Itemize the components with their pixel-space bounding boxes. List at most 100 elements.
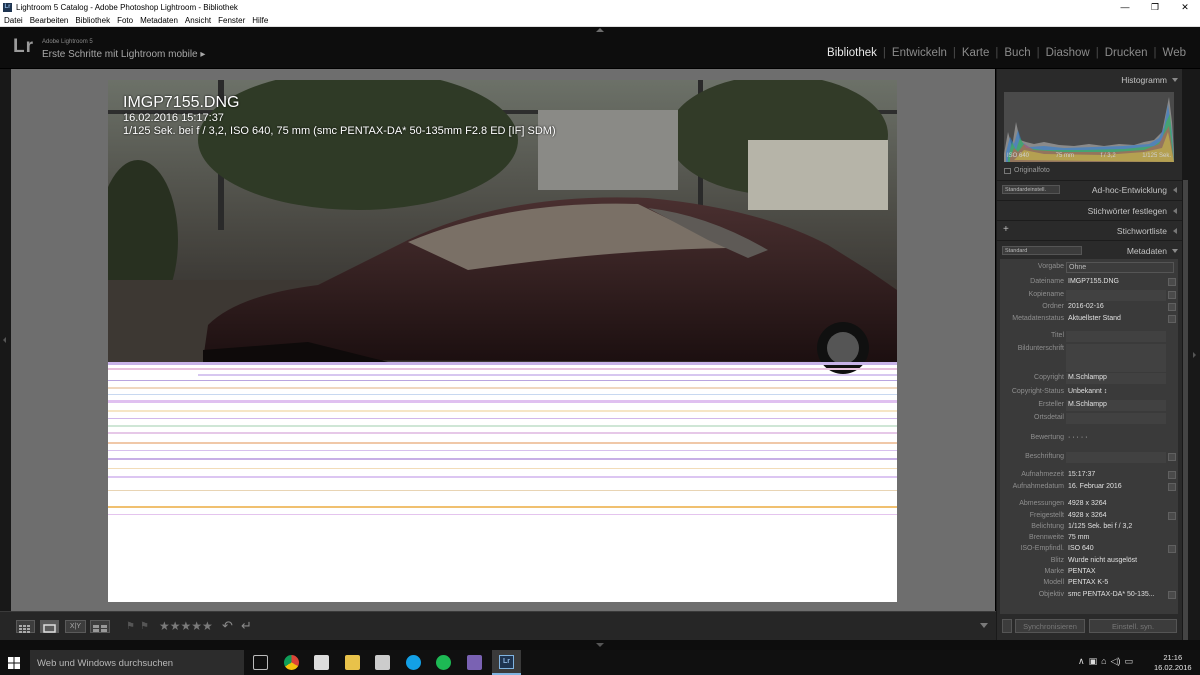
metadata-value[interactable]: M.Schlampp <box>1068 374 1107 381</box>
keyboard-icon[interactable]: ▭ <box>1124 656 1133 667</box>
metadata-action-button[interactable] <box>1168 278 1176 286</box>
metadata-label: Metadatenstatus <box>1012 315 1064 322</box>
original-checkbox[interactable] <box>1004 167 1011 174</box>
metadata-value: · · · · · <box>1068 434 1088 441</box>
module-drucken[interactable]: Drucken <box>1099 47 1154 59</box>
star-rating[interactable]: ★★★★★ <box>159 619 213 633</box>
sync-toggle[interactable] <box>1002 619 1012 633</box>
rotate-left-icon[interactable]: ↶ <box>222 618 233 634</box>
menu-fenster[interactable]: Fenster <box>218 16 245 25</box>
mail-icon[interactable] <box>314 655 329 670</box>
maximize-button[interactable]: ❐ <box>1140 0 1170 14</box>
photo-preview[interactable]: IMGP7155.DNG 16.02.2016 15:17:37 1/125 S… <box>108 80 897 602</box>
menu-bar: Datei Bearbeiten Bibliothek Foto Metadat… <box>0 14 1200 27</box>
metadata-action-button[interactable] <box>1168 483 1176 491</box>
rotate-right-icon[interactable]: ↵ <box>241 618 252 634</box>
spotify-icon[interactable] <box>436 655 451 670</box>
metadata-action-button[interactable] <box>1168 315 1176 323</box>
collapse-right-panel-icon[interactable] <box>1193 352 1196 358</box>
windows-start-icon[interactable] <box>8 657 20 669</box>
metadata-field[interactable] <box>1066 344 1166 372</box>
flag-pick-icon[interactable]: ⚑ <box>126 621 135 632</box>
menu-bibliothek[interactable]: Bibliothek <box>75 16 110 25</box>
minimize-button[interactable]: — <box>1110 0 1140 14</box>
module-diashow[interactable]: Diashow <box>1040 47 1096 59</box>
metadata-label: Ersteller <box>1038 401 1064 408</box>
compare-view-button[interactable]: X|Y <box>65 620 86 633</box>
histogram-header[interactable]: Histogramm <box>997 71 1183 89</box>
metadata-action-button[interactable] <box>1168 291 1176 299</box>
right-panel-scrollbar[interactable] <box>1182 69 1200 640</box>
menu-bearbeiten[interactable]: Bearbeiten <box>30 16 69 25</box>
metadata-preset-select[interactable]: Ohne <box>1066 262 1174 273</box>
menu-metadaten[interactable]: Metadaten <box>140 16 178 25</box>
menu-hilfe[interactable]: Hilfe <box>252 16 268 25</box>
taskbar-search-input[interactable]: Web und Windows durchsuchen <box>30 650 244 675</box>
get-started-link[interactable]: Erste Schritte mit Lightroom mobile ▸ <box>42 49 205 60</box>
metadata-field[interactable] <box>1066 413 1166 424</box>
hist-focal: 75 mm <box>1055 153 1074 159</box>
metadata-action-button[interactable] <box>1168 512 1176 520</box>
app-icon[interactable] <box>467 655 482 670</box>
sync-settings-button[interactable]: Einstell. syn. <box>1089 619 1177 633</box>
module-karte[interactable]: Karte <box>956 47 996 59</box>
metadata-view-select[interactable]: Standard <box>1002 246 1082 255</box>
lightroom-taskbar-button[interactable]: Lr <box>492 650 521 675</box>
window-titlebar: Lr Lightroom 5 Catalog - Adobe Photoshop… <box>0 0 1200 14</box>
menu-foto[interactable]: Foto <box>117 16 133 25</box>
metadata-action-button[interactable] <box>1168 545 1176 553</box>
expand-filmstrip-icon[interactable] <box>596 643 604 647</box>
add-keyword-icon[interactable]: + <box>1003 224 1009 235</box>
metadata-row: Bewertung · · · · · <box>1000 433 1178 444</box>
keywording-header[interactable]: Stichwörter festlegen <box>997 202 1183 220</box>
original-photo-toggle[interactable]: Originalfoto <box>1004 167 1050 174</box>
metadata-action-button[interactable] <box>1168 453 1176 461</box>
module-entwickeln[interactable]: Entwickeln <box>886 47 953 59</box>
metadata-field[interactable] <box>1066 331 1166 342</box>
flag-reject-icon[interactable]: ⚑ <box>140 621 149 632</box>
left-panel-collapsed[interactable] <box>0 69 11 611</box>
metadata-value[interactable]: M.Schlampp <box>1068 401 1107 408</box>
taskbar-clock[interactable]: 21:16 16.02.2016 <box>1154 653 1192 673</box>
menu-ansicht[interactable]: Ansicht <box>185 16 211 25</box>
toolbar-options-dropdown-icon[interactable] <box>980 623 988 628</box>
loupe-view-button[interactable] <box>40 620 59 633</box>
expand-left-panel-icon[interactable] <box>3 337 6 343</box>
volume-icon[interactable]: ◁) <box>1111 656 1121 667</box>
metadata-action-button[interactable] <box>1168 591 1176 599</box>
filmstrip-collapsed[interactable] <box>0 640 1200 650</box>
quick-develop-header[interactable]: Standardeinstell. Ad-hoc-Entwicklung <box>997 181 1183 199</box>
metadata-label: Copyright-Status <box>1011 388 1064 395</box>
skype-icon[interactable] <box>406 655 421 670</box>
module-web[interactable]: Web <box>1157 47 1192 59</box>
metadata-field[interactable] <box>1066 290 1166 301</box>
sync-button[interactable]: Synchronisieren <box>1015 619 1085 633</box>
metadata-field[interactable] <box>1066 452 1166 463</box>
close-button[interactable]: ✕ <box>1170 0 1200 14</box>
module-bibliothek[interactable]: Bibliothek <box>821 47 883 59</box>
metadata-action-button[interactable] <box>1168 303 1176 311</box>
metadata-label: Aufnahmezeit <box>1021 471 1064 478</box>
tray-overflow-icon[interactable]: ∧ <box>1078 656 1085 667</box>
tray-app-icon[interactable]: ▣ <box>1089 656 1098 667</box>
module-buch[interactable]: Buch <box>998 47 1036 59</box>
file-explorer-icon[interactable] <box>345 655 360 670</box>
panel-divider <box>997 240 1183 241</box>
metadata-action-button[interactable] <box>1168 471 1176 479</box>
original-label: Originalfoto <box>1014 167 1050 174</box>
task-view-icon[interactable] <box>253 655 268 670</box>
collapse-top-panel-icon[interactable] <box>596 28 604 32</box>
keyword-list-header[interactable]: + Stichwortliste <box>997 222 1183 240</box>
scrollbar-thumb[interactable] <box>1183 180 1188 640</box>
grid-view-button[interactable] <box>16 620 35 633</box>
menu-datei[interactable]: Datei <box>4 16 23 25</box>
survey-view-button[interactable] <box>90 620 110 633</box>
metadata-row: Aufnahmedatum 16. Februar 2016 <box>1000 482 1178 493</box>
panel-divider <box>997 220 1183 221</box>
clock-date: 16.02.2016 <box>1154 663 1192 672</box>
quick-develop-preset-select[interactable]: Standardeinstell. <box>1002 185 1060 194</box>
chrome-icon[interactable] <box>284 655 299 670</box>
network-icon[interactable]: ⌂ <box>1101 656 1106 667</box>
metadata-header[interactable]: Standard Metadaten <box>997 242 1183 260</box>
store-icon[interactable] <box>375 655 390 670</box>
